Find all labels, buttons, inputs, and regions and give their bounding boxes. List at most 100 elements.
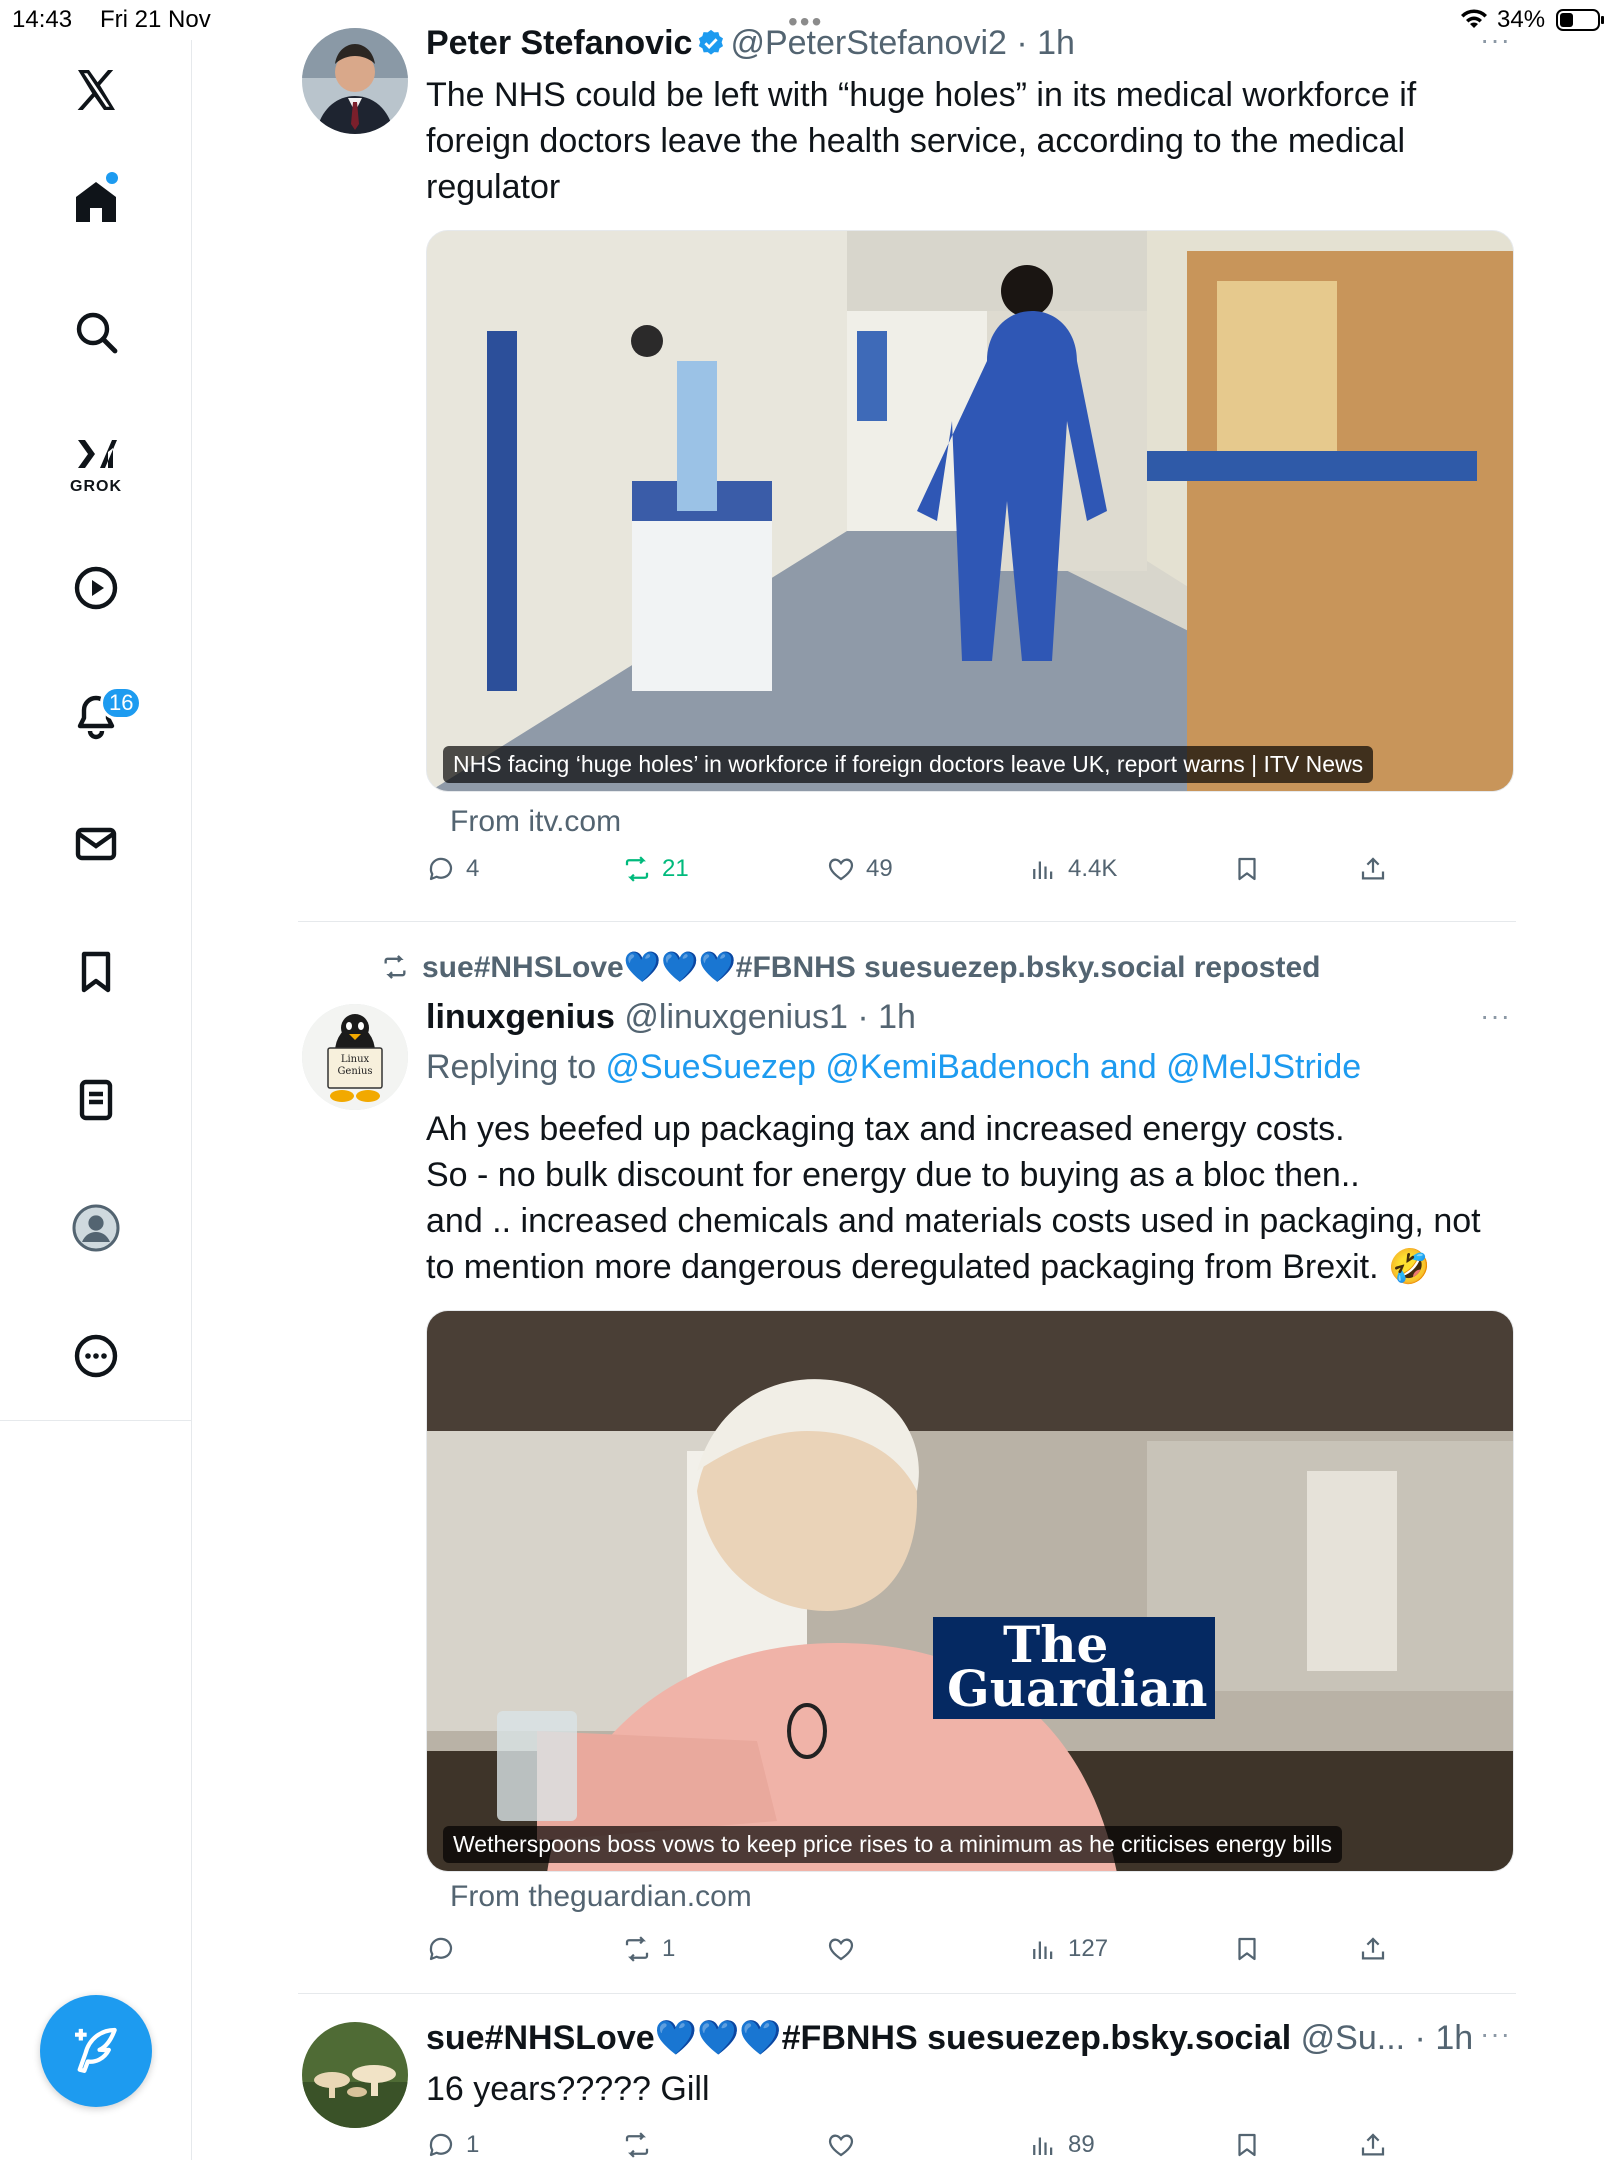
share-icon <box>1361 857 1385 880</box>
card-source[interactable]: From theguardian.com <box>450 1880 752 1914</box>
more-menu-icon[interactable]: ··· <box>1480 24 1511 56</box>
tweet-text: Ah yes beefed up packaging tax and incre… <box>426 1106 1481 1290</box>
video-play-icon[interactable] <box>56 548 136 628</box>
more-menu-icon[interactable]: ··· <box>1480 1000 1511 1032</box>
views-button[interactable]: 4.4K <box>1028 854 1117 884</box>
reply-button[interactable]: 4 <box>426 854 479 884</box>
profile-avatar-icon[interactable] <box>56 1188 136 1268</box>
bookmark-button[interactable] <box>1232 1934 1262 1964</box>
lists-icon[interactable] <box>56 1060 136 1140</box>
reposted-by[interactable]: sue#NHSLove💙💙💙#FBNHS suesuezep.bsky.soci… <box>378 950 1320 985</box>
handle[interactable]: @linuxgenius1 · 1h <box>624 998 916 1036</box>
bookmark-button[interactable] <box>1232 2130 1262 2160</box>
reply-icon <box>429 2133 453 2157</box>
reply-button[interactable] <box>426 1934 466 1964</box>
share-button[interactable] <box>1358 1934 1388 1964</box>
tweet-divider <box>298 921 1516 922</box>
bookmark-icon <box>1238 2133 1256 2157</box>
like-button[interactable] <box>826 2130 866 2160</box>
avatar[interactable] <box>302 2022 408 2128</box>
share-button[interactable] <box>1358 854 1388 884</box>
display-name[interactable]: Peter Stefanovic <box>426 24 692 62</box>
repost-button[interactable]: 21 <box>622 854 689 884</box>
heart-icon <box>828 2134 854 2157</box>
tweet-text: The NHS could be left with “huge holes” … <box>426 72 1416 210</box>
views-chart-icon <box>1033 2137 1053 2155</box>
guardian-logo-line: Guardian <box>947 1659 1208 1718</box>
repost-button[interactable]: 1 <box>622 1934 675 1964</box>
views-count: 4.4K <box>1068 855 1118 882</box>
repost-icon <box>625 1936 649 1962</box>
tweet-linuxgenius[interactable]: Linux Genius linuxgenius @linuxgenius1 ·… <box>298 998 1516 1964</box>
tweet-peter-stefanovic[interactable]: Peter Stefanovic @PeterStefanovi2 · 1h ··… <box>298 24 1516 908</box>
heart-icon <box>828 858 854 881</box>
handle[interactable]: @PeterStefanovi2 · 1h <box>730 24 1074 62</box>
tweet-text: 16 years????? Gill <box>426 2066 710 2112</box>
notifications-badge: 16 <box>100 686 143 720</box>
avatar-sign-line: Genius <box>337 1066 373 1077</box>
repost-button[interactable] <box>622 2130 662 2160</box>
tweet-text-line: The NHS could be left with “huge holes” … <box>426 76 1417 114</box>
tweet-text-line: Ah yes beefed up packaging tax and incre… <box>426 1110 1345 1148</box>
like-button[interactable]: 49 <box>826 854 893 884</box>
grok-label: GROK <box>70 478 122 495</box>
like-count: 49 <box>866 855 893 882</box>
repost-count: 21 <box>662 855 689 882</box>
tweet-actions: 1 127 <box>426 1934 1514 1978</box>
link-card-image[interactable]: The Guardian Wetherspoons boss vows to k… <box>426 1310 1514 1872</box>
reply-icon <box>429 857 453 881</box>
tweet-text-line: So - no bulk discount for energy due to … <box>426 1156 1360 1194</box>
battery-icon <box>1556 8 1606 39</box>
views-count: 89 <box>1068 2131 1095 2158</box>
replying-to-label: Replying to <box>426 1048 606 1086</box>
reply-mention-link[interactable]: @SueSuezep @KemiBadenoch <box>606 1048 1091 1086</box>
home-unread-dot <box>106 172 118 184</box>
views-button[interactable]: 89 <box>1028 2130 1095 2160</box>
bookmark-icon <box>1238 1937 1256 1961</box>
share-icon <box>1361 2133 1385 2156</box>
tweet-text-line: regulator <box>426 168 561 206</box>
repost-count: 1 <box>662 1935 676 1962</box>
tweet-text-line: foreign doctors leave the health service… <box>426 122 1405 160</box>
avatar-sign-line: Linux <box>340 1054 370 1065</box>
avatar[interactable] <box>302 28 408 134</box>
tweet-actions: 1 89 <box>426 2130 1514 2160</box>
replying-to: Replying to @SueSuezep @KemiBadenoch and… <box>426 1048 1361 1087</box>
pub-interior-photo <box>427 1311 1513 1871</box>
views-count: 127 <box>1068 1935 1109 1962</box>
tweet-sue-nhslove[interactable]: sue#NHSLove💙💙💙#FBNHS suesuezep.bsky.soci… <box>298 2018 1516 2160</box>
x-logo-icon[interactable] <box>56 50 136 130</box>
reply-button[interactable]: 1 <box>426 2130 479 2160</box>
like-button[interactable] <box>826 1934 866 1964</box>
link-card-image[interactable]: NHS facing ‘huge holes’ in workforce if … <box>426 230 1514 792</box>
messages-mail-icon[interactable] <box>56 804 136 884</box>
share-button[interactable] <box>1358 2130 1388 2160</box>
repost-icon <box>384 955 406 979</box>
guardian-logo: The Guardian <box>933 1617 1215 1719</box>
views-button[interactable]: 127 <box>1028 1934 1108 1964</box>
reply-mention-link[interactable]: @MelJStride <box>1166 1048 1361 1086</box>
display-name[interactable]: linuxgenius <box>426 998 615 1036</box>
reply-icon <box>429 1937 453 1961</box>
card-source[interactable]: From itv.com <box>450 805 621 839</box>
repost-icon <box>625 2132 649 2158</box>
compose-feather-icon <box>75 2027 117 2073</box>
search-icon[interactable] <box>56 292 136 372</box>
bookmarks-icon[interactable] <box>56 932 136 1012</box>
bookmark-button[interactable] <box>1232 854 1262 884</box>
reply-and-link[interactable]: and <box>1090 1048 1166 1086</box>
reply-count: 1 <box>466 2131 480 2158</box>
home-icon[interactable] <box>56 162 136 242</box>
status-date: Fri 21 Nov <box>100 6 211 33</box>
views-chart-icon <box>1033 1941 1053 1959</box>
handle[interactable]: @Su... · 1h <box>1301 2019 1473 2057</box>
bookmark-icon <box>1238 857 1256 881</box>
sidebar-border <box>191 1420 192 2160</box>
more-options-icon[interactable] <box>56 1316 136 1396</box>
more-menu-icon[interactable]: ··· <box>1480 2018 1511 2050</box>
compose-post-button[interactable] <box>40 1995 152 2107</box>
avatar[interactable]: Linux Genius <box>302 1004 408 1110</box>
display-name[interactable]: sue#NHSLove💙💙💙#FBNHS suesuezep.bsky.soci… <box>426 2019 1291 2057</box>
tweet-divider <box>298 1993 1516 1994</box>
reposted-by-label: sue#NHSLove💙💙💙#FBNHS suesuezep.bsky.soci… <box>422 951 1321 984</box>
